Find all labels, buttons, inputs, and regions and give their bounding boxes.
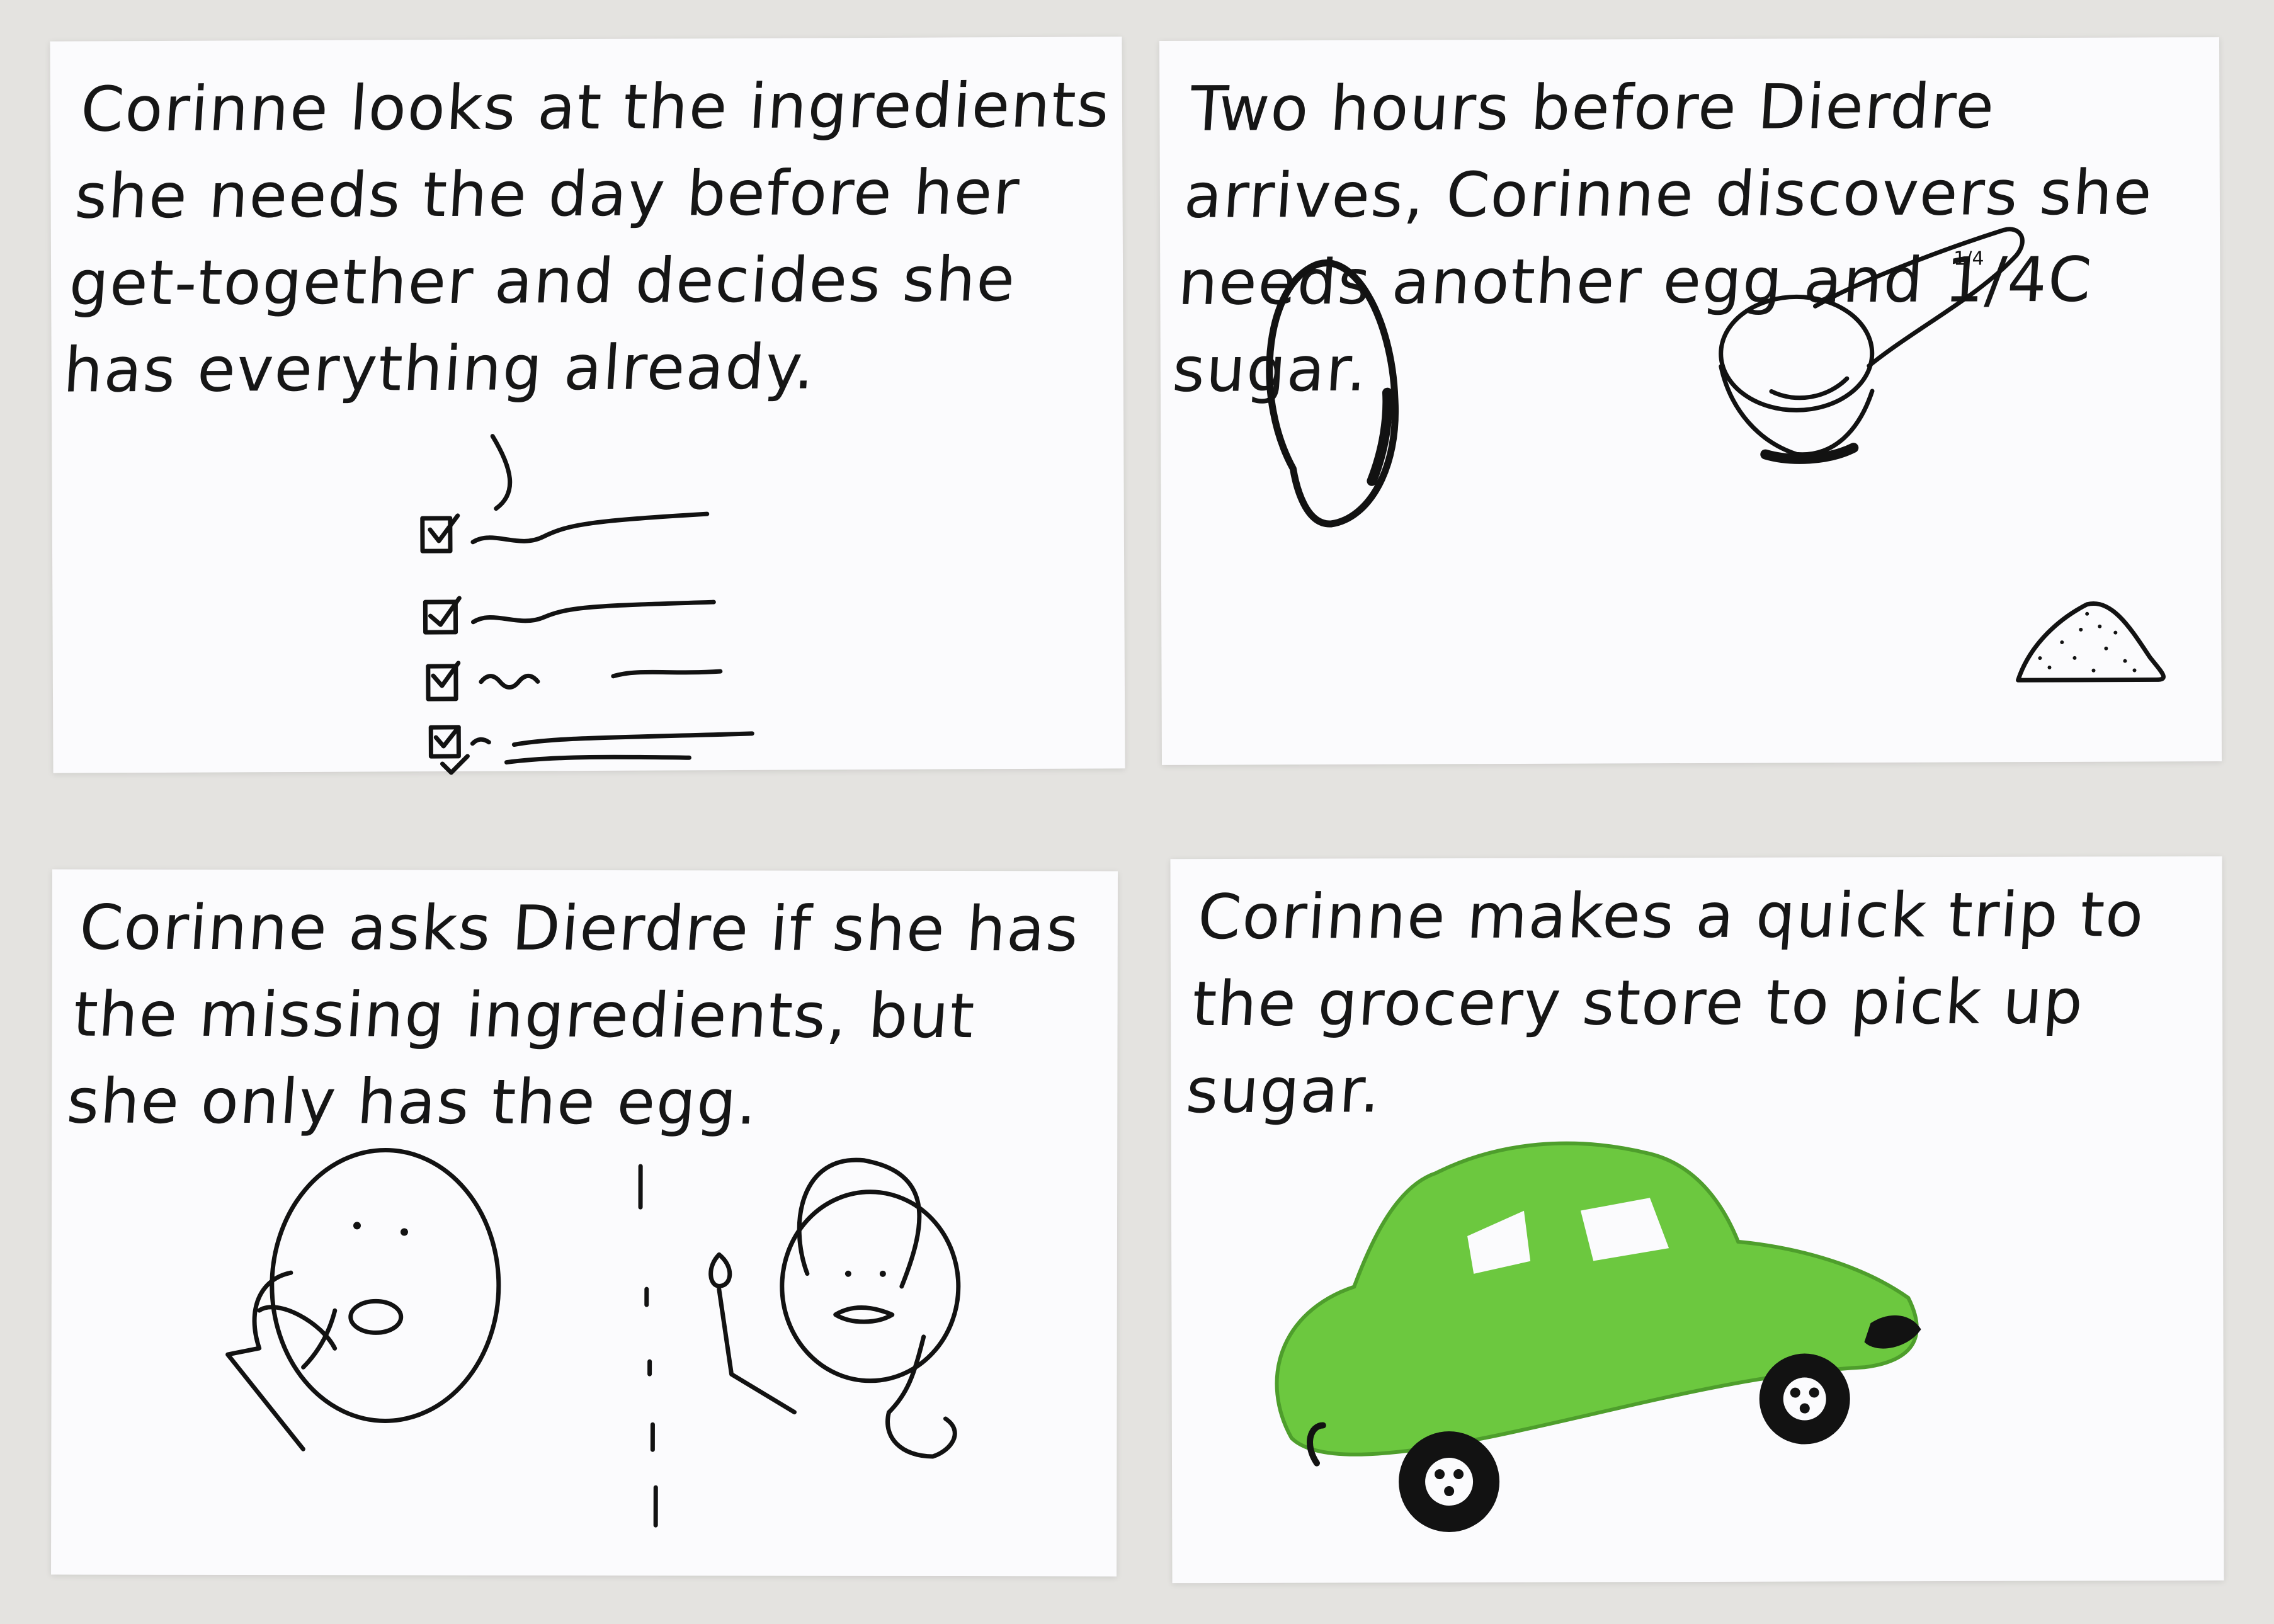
measuring-cup-icon: 1/4 bbox=[1719, 227, 2025, 464]
green-car-icon bbox=[1275, 1141, 1921, 1533]
panel-1-card: Corinne looks at the ingredients she nee… bbox=[50, 37, 1125, 775]
panel-4-card: Corinne makes a quick trip to the grocer… bbox=[1170, 856, 2224, 1584]
checklist-icon bbox=[420, 434, 754, 775]
panel-3-card: Corinne asks Dierdre if she has the miss… bbox=[51, 869, 1118, 1577]
measuring-cup-label: 1/4 bbox=[1953, 247, 1984, 270]
corinne-on-phone-figure bbox=[225, 1147, 501, 1451]
dierdre-with-egg-figure bbox=[708, 1157, 961, 1459]
egg-icon bbox=[1266, 259, 1399, 528]
sugar-pile-icon bbox=[2016, 601, 2166, 683]
divider-line bbox=[638, 1164, 658, 1528]
panel-2-card: Two hours before Dierdre arrives, Corinn… bbox=[1159, 37, 2222, 765]
